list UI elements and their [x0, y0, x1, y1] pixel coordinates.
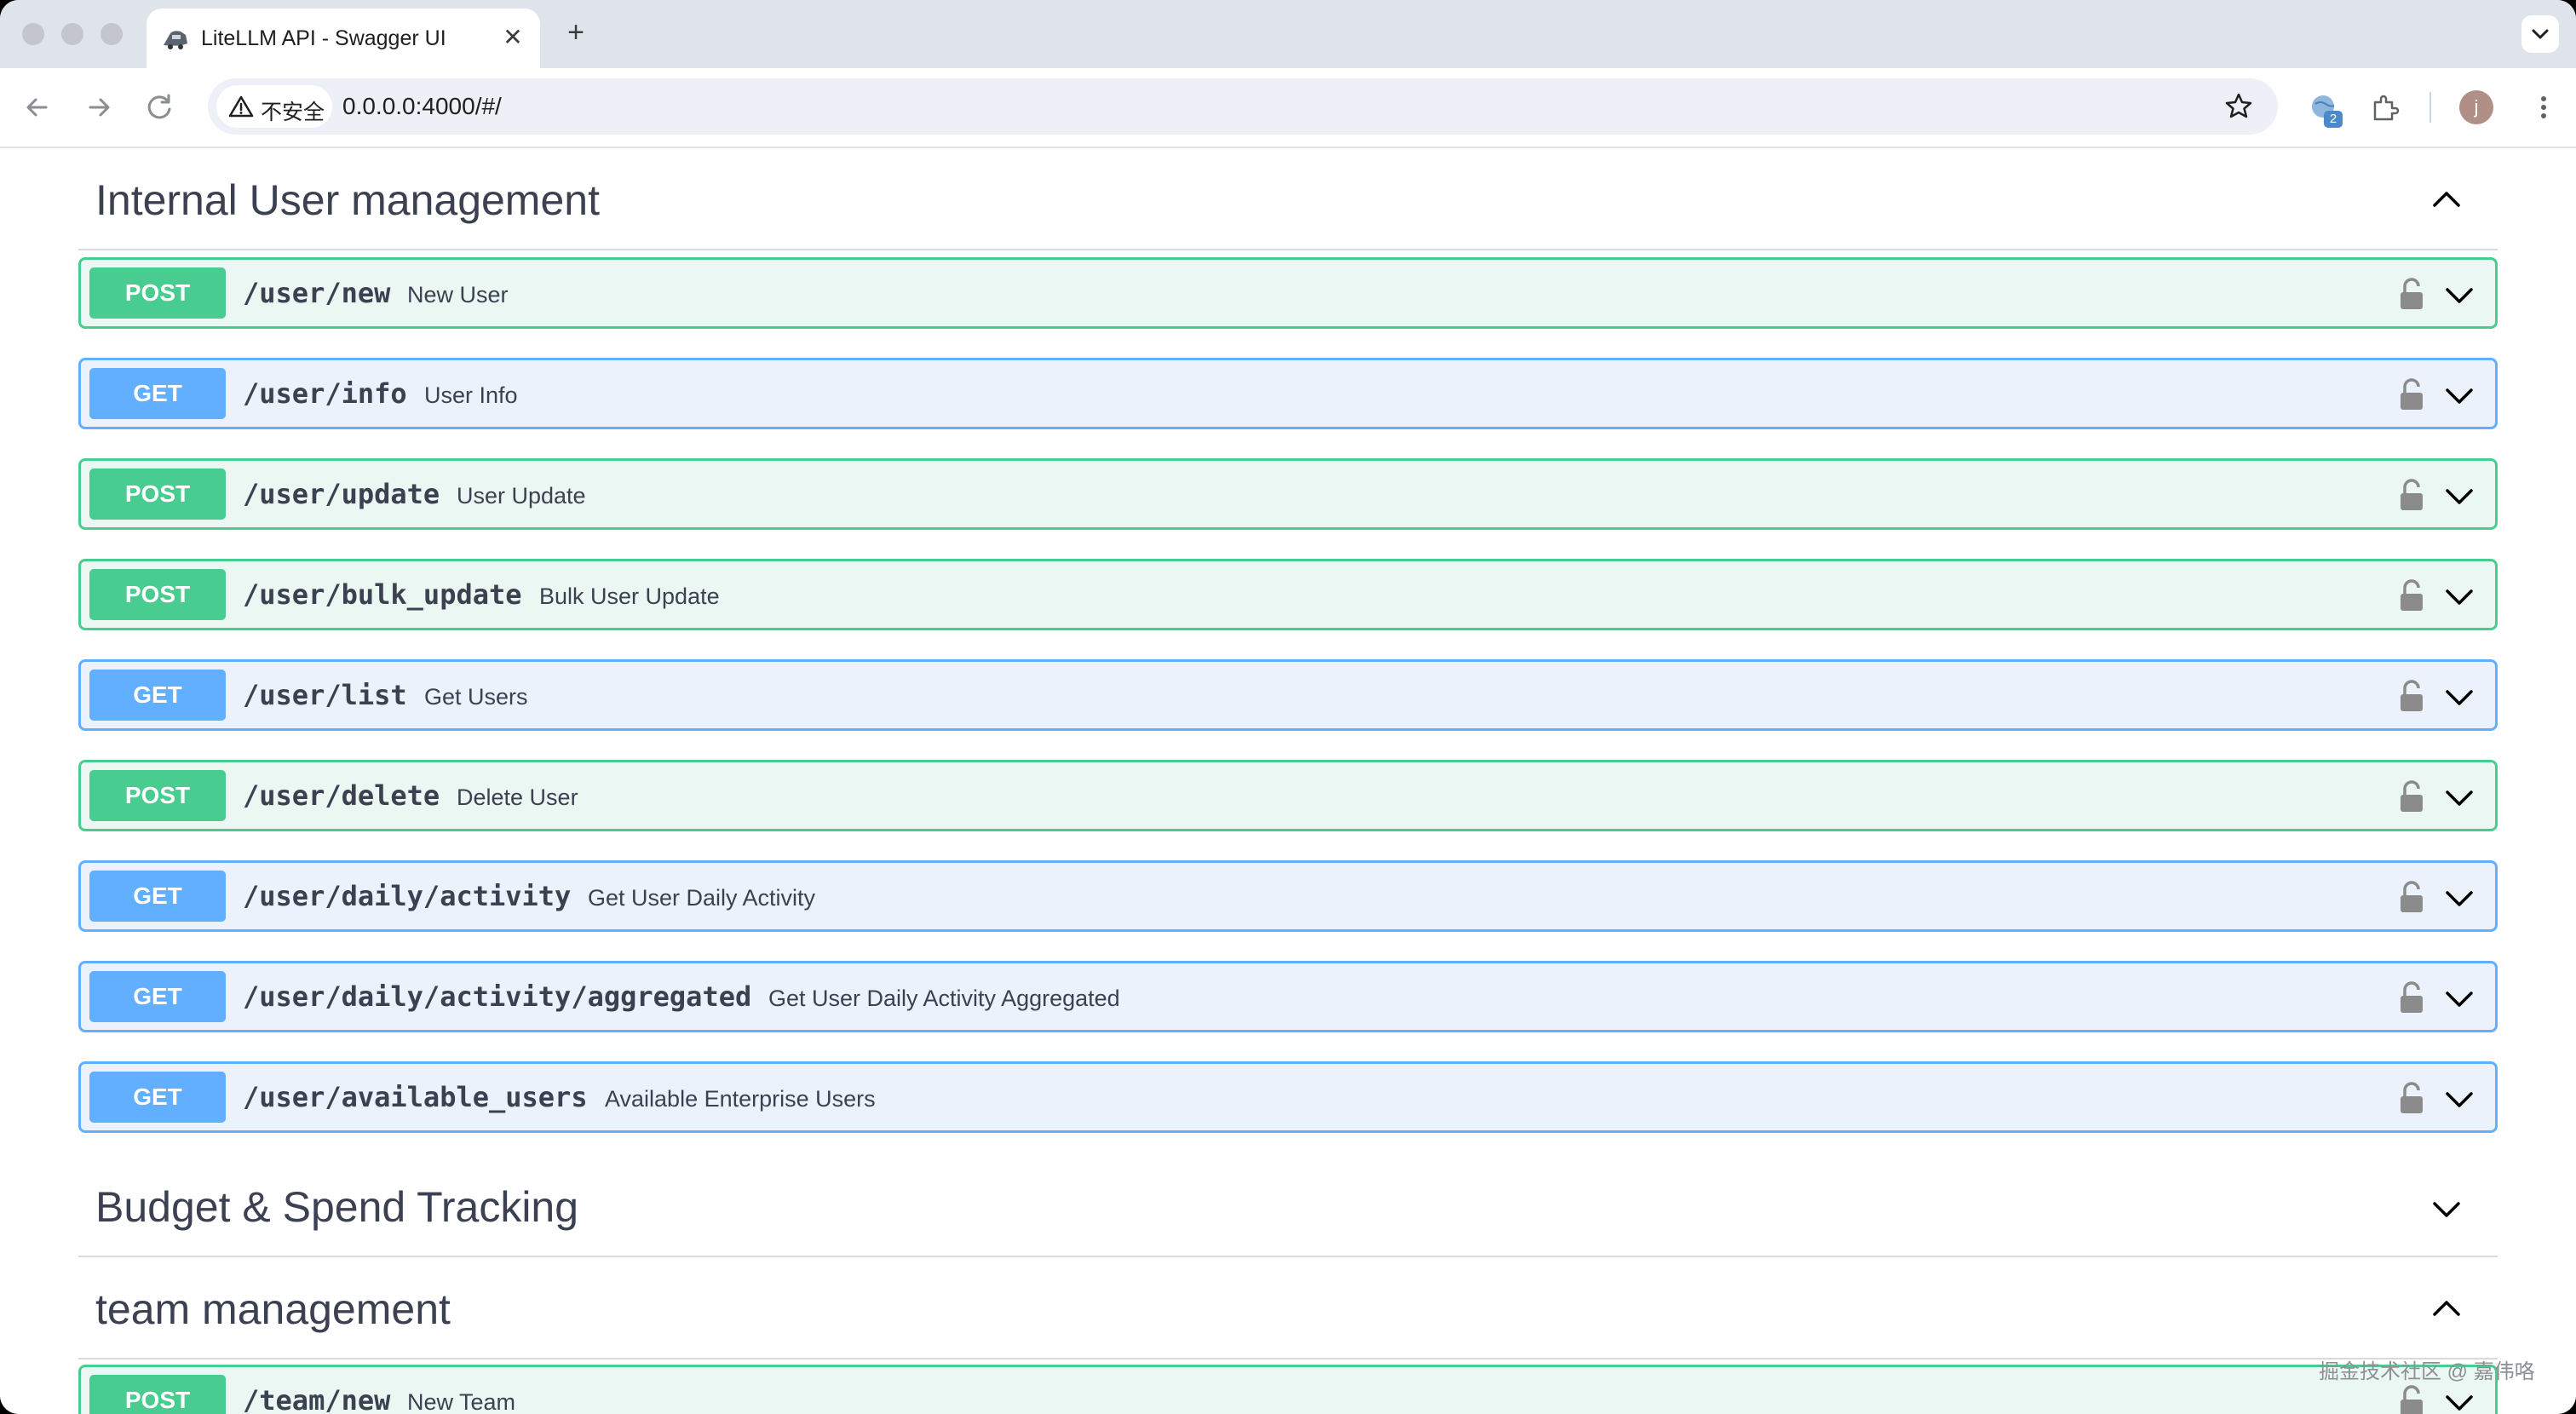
browser-window: LiteLLM API - Swagger UI ✕ + 不安全 0.0.0.0…	[0, 0, 2576, 1414]
new-tab-button[interactable]: +	[559, 15, 593, 49]
section-header-internal-user-management[interactable]: Internal User management	[78, 148, 2498, 250]
operation-row[interactable]: GET/user/list Get Users	[78, 659, 2498, 731]
chevron-up-icon[interactable]	[2429, 182, 2464, 216]
lock-icon[interactable]	[2396, 476, 2427, 514]
method-badge: POST	[89, 468, 226, 520]
close-window-button[interactable]	[22, 23, 44, 45]
tab-active[interactable]: LiteLLM API - Swagger UI ✕	[147, 9, 540, 68]
lock-icon[interactable]	[2396, 878, 2427, 916]
endpoint-summary: Get Users	[424, 684, 528, 710]
operation-row[interactable]: GET/user/available_users Available Enterp…	[78, 1061, 2498, 1133]
endpoint-summary: Get User Daily Activity Aggregated	[768, 986, 1120, 1011]
lock-icon[interactable]	[2396, 376, 2427, 413]
section-title: Internal User management	[95, 176, 600, 224]
chevron-down-icon[interactable]	[2429, 1193, 2464, 1227]
method-badge: GET	[89, 971, 226, 1022]
section-header-team-management[interactable]: team management	[78, 1257, 2498, 1359]
operation-row[interactable]: GET/user/info User Info	[78, 358, 2498, 429]
chevron-down-icon[interactable]	[2442, 1386, 2476, 1414]
reload-icon[interactable]	[140, 87, 181, 128]
section-header-budget-spend-tracking[interactable]: Budget & Spend Tracking	[78, 1155, 2498, 1257]
lock-icon[interactable]	[2396, 979, 2427, 1016]
operation-row[interactable]: POST/user/delete Delete User	[78, 760, 2498, 831]
back-arrow-icon[interactable]	[17, 87, 58, 128]
train-favicon-icon	[164, 31, 187, 49]
operation-row[interactable]: POST/user/bulk_update Bulk User Update	[78, 559, 2498, 630]
operation-row[interactable]: GET/user/daily/activity/aggregated Get Us…	[78, 961, 2498, 1032]
profile-avatar[interactable]: j	[2459, 90, 2493, 124]
endpoint-path[interactable]: /user/daily/activity	[243, 880, 571, 912]
method-badge: GET	[89, 1072, 226, 1123]
chevron-down-icon[interactable]	[2442, 681, 2476, 715]
method-badge: GET	[89, 871, 226, 922]
browser-toolbar: 不安全 0.0.0.0:4000/#/ 2 j	[0, 68, 2576, 148]
lock-icon[interactable]	[2396, 577, 2427, 614]
endpoint-summary: New Team	[407, 1389, 516, 1414]
endpoint-summary: Delete User	[457, 785, 578, 810]
chevron-down-icon[interactable]	[2442, 982, 2476, 1016]
endpoint-summary: Bulk User Update	[539, 583, 720, 609]
url-text[interactable]: 0.0.0.0:4000/#/	[342, 93, 502, 120]
endpoint-path[interactable]: /user/delete	[243, 779, 440, 812]
minimize-window-button[interactable]	[61, 23, 83, 45]
section-title: Budget & Spend Tracking	[95, 1183, 579, 1231]
endpoint-summary: User Info	[424, 382, 518, 408]
endpoint-summary: Available Enterprise Users	[605, 1086, 876, 1112]
endpoint-path[interactable]: /user/daily/activity/aggregated	[243, 980, 751, 1013]
chevron-down-icon[interactable]	[2442, 580, 2476, 614]
tab-title: LiteLLM API - Swagger UI	[201, 26, 446, 50]
chevron-down-icon[interactable]	[2442, 1083, 2476, 1117]
swagger-page: Internal User management POST/user/new Ne…	[0, 148, 2576, 1414]
security-pill[interactable]: 不安全	[216, 85, 332, 128]
endpoint-path[interactable]: /user/new	[243, 277, 390, 309]
method-badge: POST	[89, 569, 226, 620]
lock-icon[interactable]	[2396, 778, 2427, 815]
endpoint-summary: User Update	[457, 483, 586, 509]
method-badge: GET	[89, 368, 226, 419]
lock-icon[interactable]	[2396, 1382, 2427, 1414]
warning-icon	[228, 95, 254, 118]
lock-icon[interactable]	[2396, 677, 2427, 715]
tab-close-icon[interactable]: ✕	[497, 22, 528, 53]
zoom-window-button[interactable]	[101, 23, 123, 45]
bookmark-star-icon[interactable]	[2220, 88, 2257, 125]
endpoint-path[interactable]: /user/bulk_update	[243, 578, 522, 611]
operation-row[interactable]: GET/user/daily/activity Get User Daily Ac…	[78, 860, 2498, 932]
method-badge: POST	[89, 770, 226, 821]
tab-search-button[interactable]	[2521, 15, 2559, 53]
watermark: 掘金技术社区 @ 嘉伟咯	[2319, 1360, 2535, 1383]
endpoint-path[interactable]: /user/list	[243, 679, 407, 711]
chevron-up-icon[interactable]	[2429, 1291, 2464, 1325]
not-secure-label: 不安全	[261, 101, 325, 124]
method-badge: POST	[89, 1375, 226, 1414]
extensions-puzzle-icon[interactable]	[2368, 90, 2402, 124]
endpoint-summary: Get User Daily Activity	[588, 885, 816, 911]
lock-icon[interactable]	[2396, 1079, 2427, 1117]
toolbar-divider	[2429, 92, 2431, 123]
operation-row[interactable]: POST/user/new New User	[78, 257, 2498, 329]
endpoint-path[interactable]: /user/available_users	[243, 1081, 588, 1113]
address-bar[interactable]: 不安全 0.0.0.0:4000/#/	[208, 78, 2278, 135]
method-badge: POST	[89, 267, 226, 319]
endpoint-summary: New User	[407, 282, 509, 308]
endpoint-path[interactable]: /user/update	[243, 478, 440, 510]
endpoint-path[interactable]: /user/info	[243, 377, 407, 410]
section-title: team management	[95, 1285, 451, 1333]
chevron-down-icon[interactable]	[2442, 480, 2476, 514]
method-badge: GET	[89, 670, 226, 721]
more-menu-icon[interactable]	[2527, 90, 2561, 124]
chevron-down-icon[interactable]	[2442, 379, 2476, 413]
tab-strip: LiteLLM API - Swagger UI ✕ +	[0, 0, 2576, 68]
chevron-down-icon[interactable]	[2442, 781, 2476, 815]
chevron-down-icon[interactable]	[2442, 882, 2476, 916]
forward-arrow-icon[interactable]	[78, 87, 119, 128]
lock-icon[interactable]	[2396, 275, 2427, 313]
chevron-down-icon[interactable]	[2442, 279, 2476, 313]
chevron-down-icon	[2532, 29, 2549, 39]
endpoint-path[interactable]: /team/new	[243, 1384, 390, 1414]
operation-row[interactable]: POST/team/new New Team	[78, 1365, 2498, 1414]
operation-row[interactable]: POST/user/update User Update	[78, 458, 2498, 530]
extension-badge: 2	[2324, 111, 2343, 128]
